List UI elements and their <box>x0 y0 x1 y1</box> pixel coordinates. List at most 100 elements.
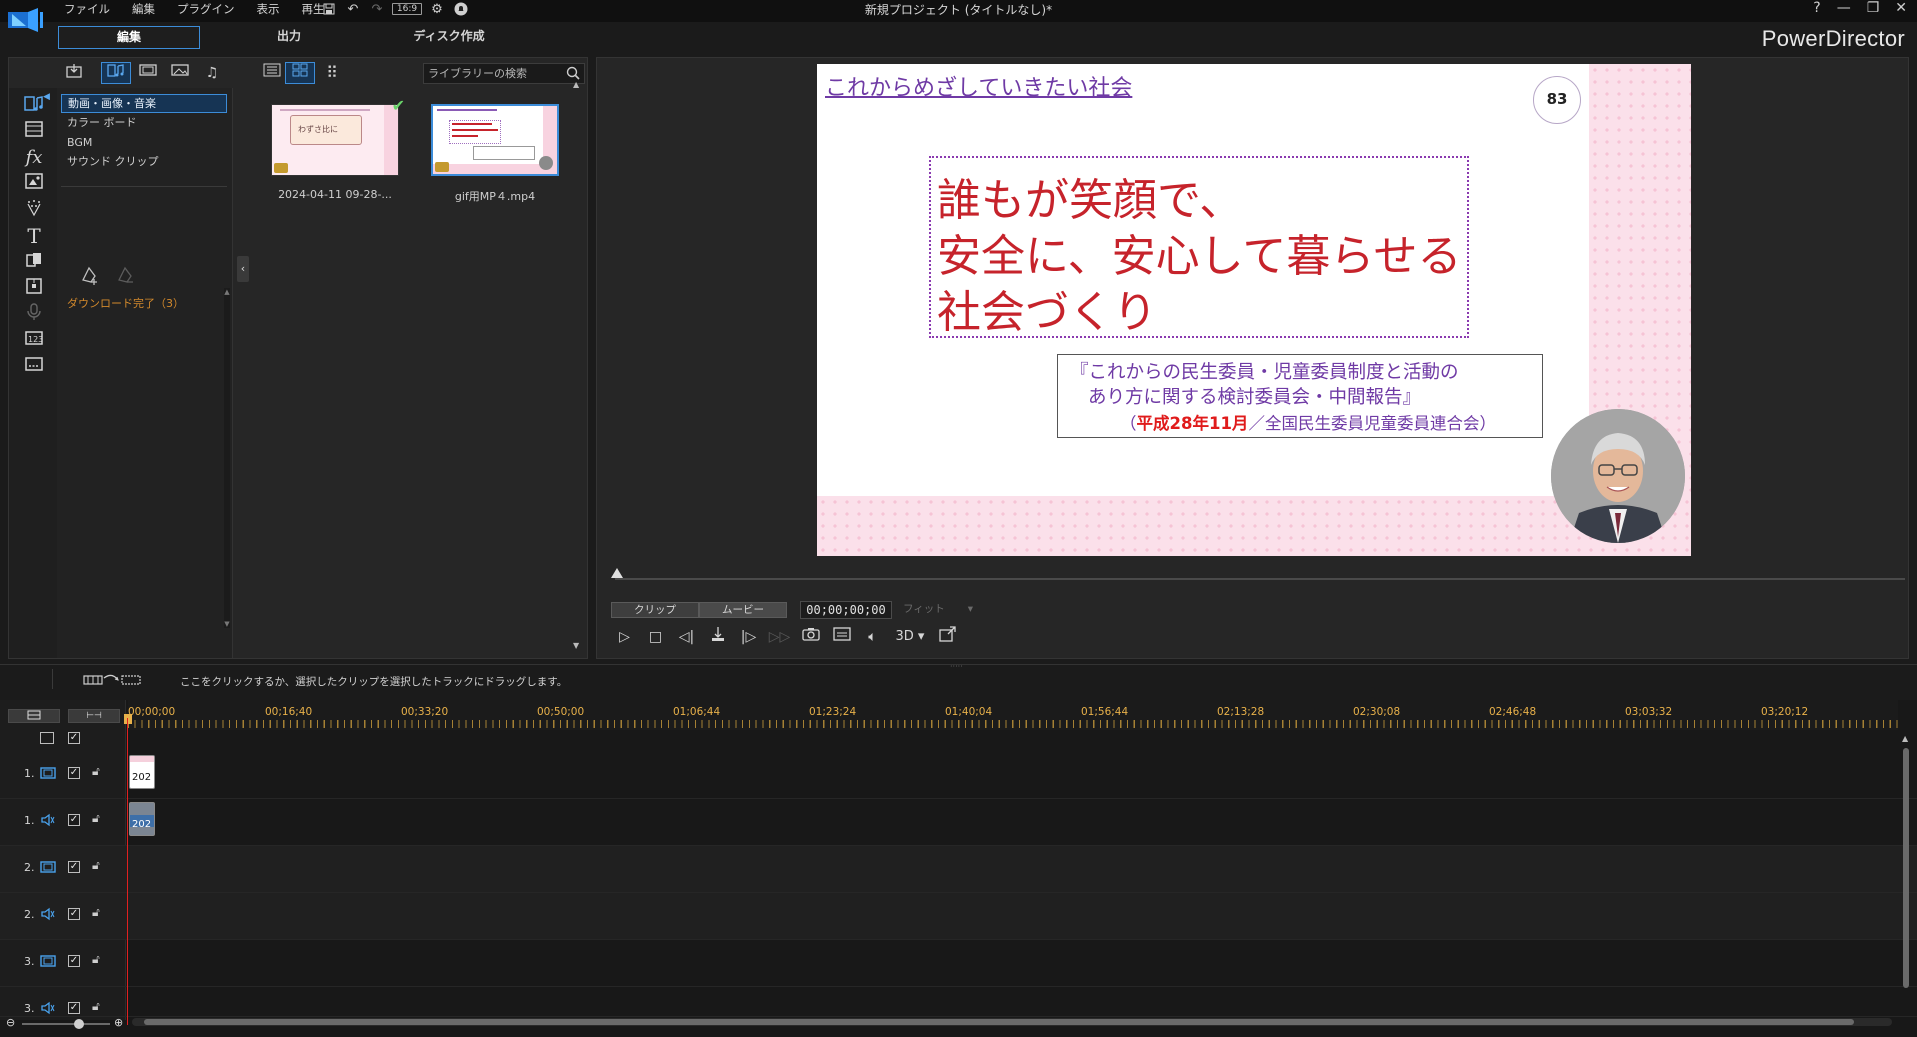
particle-room-icon[interactable] <box>22 198 46 222</box>
previous-frame-icon[interactable]: ◁| <box>671 626 702 648</box>
playhead[interactable] <box>127 718 128 1025</box>
timeline-vertical-scrollbar[interactable]: ▲ <box>1902 734 1910 1016</box>
filter-image-button[interactable] <box>165 62 195 84</box>
lock-icon[interactable]: 🔓︎ <box>92 811 100 826</box>
next-frame-icon[interactable]: |▷ <box>733 626 764 648</box>
panel-resize-grip[interactable]: ····· <box>950 663 970 671</box>
timeline-horizontal-scrollbar[interactable] <box>132 1018 1892 1026</box>
effects-fx-icon[interactable]: fx <box>22 146 46 170</box>
zoom-slider[interactable] <box>22 1023 110 1025</box>
collapse-tree-button[interactable]: ‹ <box>237 256 249 282</box>
media-item[interactable]: わずさ比に ✔ 2024-04-11 09-28-... <box>271 96 405 201</box>
lock-icon[interactable]: 🔓︎ <box>92 952 100 967</box>
lock-icon[interactable]: 🔓︎ <box>92 858 100 873</box>
import-media-button[interactable] <box>59 62 89 84</box>
toggle-all-tracks-checkbox[interactable] <box>40 732 54 744</box>
play-icon[interactable]: ▷ <box>609 626 640 648</box>
track-enable-checkbox[interactable]: ✓ <box>68 814 80 826</box>
library-scrollbar[interactable]: ▲ ▼ <box>573 80 581 650</box>
media-thumbnail[interactable]: わずさ比に <box>271 104 399 176</box>
lock-icon[interactable]: 🔓︎ <box>92 905 100 920</box>
snapshot-camera-icon[interactable] <box>795 626 826 648</box>
track-manager-button[interactable] <box>8 709 60 723</box>
zoom-slider-handle[interactable] <box>74 1019 84 1029</box>
3d-mode-button[interactable]: 3D ▾ <box>888 626 932 648</box>
track-enable-checkbox[interactable]: ✓ <box>68 1002 80 1014</box>
subtitle-room-icon[interactable] <box>22 354 46 378</box>
subtitle-toggle-icon[interactable] <box>826 626 857 648</box>
fit-timeline-button[interactable]: ⊢⊣ <box>68 709 120 723</box>
track-enable-checkbox[interactable]: ✓ <box>68 861 80 873</box>
details-view-button[interactable] <box>257 62 287 84</box>
volume-icon[interactable]: 🔈︎ <box>857 626 888 648</box>
tree-divider <box>61 186 227 187</box>
library-search-input[interactable] <box>424 64 556 83</box>
lock-icon[interactable]: 🔓︎ <box>92 999 100 1014</box>
media-item[interactable]: gif用MP４.mp4 <box>431 104 559 204</box>
scroll-thumb[interactable] <box>144 1019 1854 1025</box>
minimize-icon[interactable]: — <box>1837 0 1851 16</box>
seek-handle[interactable] <box>611 568 623 578</box>
chapter-room-icon[interactable]: 123 <box>22 328 46 352</box>
seek-bar[interactable] <box>615 578 1905 580</box>
media-thumbnail[interactable] <box>431 104 559 176</box>
help-icon[interactable]: ? <box>1813 0 1820 16</box>
undock-preview-icon[interactable] <box>932 626 963 648</box>
filter-all-media-button[interactable] <box>101 62 131 84</box>
zoom-in-icon[interactable]: ⊕ <box>114 1016 123 1029</box>
preview-frame[interactable]: これからめざしていきたい社会 83 誰もが笑顔で、 安全に、安心して暮らせる 社… <box>817 64 1691 556</box>
fast-forward-icon[interactable]: ▷▷ <box>764 626 795 648</box>
track-enable-checkbox[interactable]: ✓ <box>68 955 80 967</box>
tree-item-media[interactable]: 動画・画像・音楽 <box>61 94 227 113</box>
pip-objects-icon[interactable] <box>22 172 46 196</box>
source-line: 『これからの民生委員・児童委員制度と活動の <box>1070 362 1459 383</box>
audio-mixing-icon[interactable] <box>22 276 46 300</box>
timecode-display[interactable]: 00;00;00;00 <box>800 601 892 619</box>
track-row-video-3[interactable]: 3. ✓ 🔓︎ <box>0 940 1917 987</box>
tag-tools <box>79 264 137 291</box>
tree-scrollbar[interactable]: ▲ ▼ <box>224 288 230 628</box>
track-row-audio-1[interactable]: 1. ✓ 🔓︎ <box>0 799 1917 846</box>
title-room-icon[interactable]: T <box>22 224 46 248</box>
stop-icon[interactable]: □ <box>640 626 671 648</box>
transition-room-icon[interactable] <box>22 250 46 274</box>
tree-item-bgm[interactable]: BGM <box>61 134 227 153</box>
track-row-audio-3[interactable]: 3. ✓ 🔓︎ <box>0 987 1917 1017</box>
downloaded-tag[interactable]: ダウンロード完了（3） <box>67 295 184 311</box>
video-clip[interactable]: 202 <box>129 755 155 789</box>
playback-controls: ▷ □ ◁| |▷ ▷▷ 🔈︎ 3D ▾ <box>609 626 963 648</box>
search-icon[interactable] <box>565 65 581 81</box>
close-icon[interactable]: ✕ <box>1895 0 1907 16</box>
tab-edit[interactable]: 編集 <box>58 26 200 49</box>
movie-mode-button[interactable]: ムービー <box>699 602 787 618</box>
timeline-ruler[interactable]: 00;00;00 00;16;40 00;33;20 00;50;00 01;0… <box>128 700 1898 730</box>
split-clip-icon[interactable] <box>702 626 733 648</box>
voice-over-microphone-icon[interactable] <box>22 302 46 326</box>
track-enable-checkbox[interactable]: ✓ <box>68 908 80 920</box>
track-row-video-2[interactable]: 2. ✓ 🔓︎ <box>0 846 1917 893</box>
lock-icon[interactable]: 🔓︎ <box>92 764 100 779</box>
filter-audio-button[interactable]: ♫ <box>197 62 227 84</box>
zoom-out-icon[interactable]: ⊖ <box>6 1016 15 1029</box>
tab-produce[interactable]: 出力 <box>218 26 360 49</box>
filter-video-button[interactable] <box>133 62 163 84</box>
template-room-icon[interactable] <box>22 120 46 144</box>
enable-all-tracks-checkbox[interactable]: ✓ <box>68 732 80 744</box>
scroll-thumb[interactable] <box>1903 748 1909 988</box>
track-enable-checkbox[interactable]: ✓ <box>68 767 80 779</box>
track-row-video-1[interactable]: 1. ✓ 🔓︎ <box>0 752 1917 799</box>
audio-clip[interactable]: 202 <box>129 802 155 836</box>
thumbnail-view-button[interactable] <box>285 62 315 84</box>
restore-icon[interactable]: ❐ <box>1867 0 1880 16</box>
remove-tag-icon[interactable] <box>115 264 137 291</box>
more-options-grid-icon[interactable]: ⠿ <box>317 62 347 84</box>
clip-mode-button[interactable]: クリップ <box>611 602 699 618</box>
add-tag-icon[interactable] <box>79 264 101 291</box>
insert-mode-icon[interactable] <box>82 672 146 691</box>
tree-item-color-board[interactable]: カラー ボード <box>61 114 227 133</box>
playhead-handle[interactable] <box>124 714 132 724</box>
zoom-fit-select[interactable]: フィット ▾ <box>897 601 977 619</box>
tree-item-sound-clips[interactable]: サウンド クリップ <box>61 153 227 172</box>
tab-disc-creation[interactable]: ディスク作成 <box>378 26 520 49</box>
track-row-audio-2[interactable]: 2. ✓ 🔓︎ <box>0 893 1917 940</box>
